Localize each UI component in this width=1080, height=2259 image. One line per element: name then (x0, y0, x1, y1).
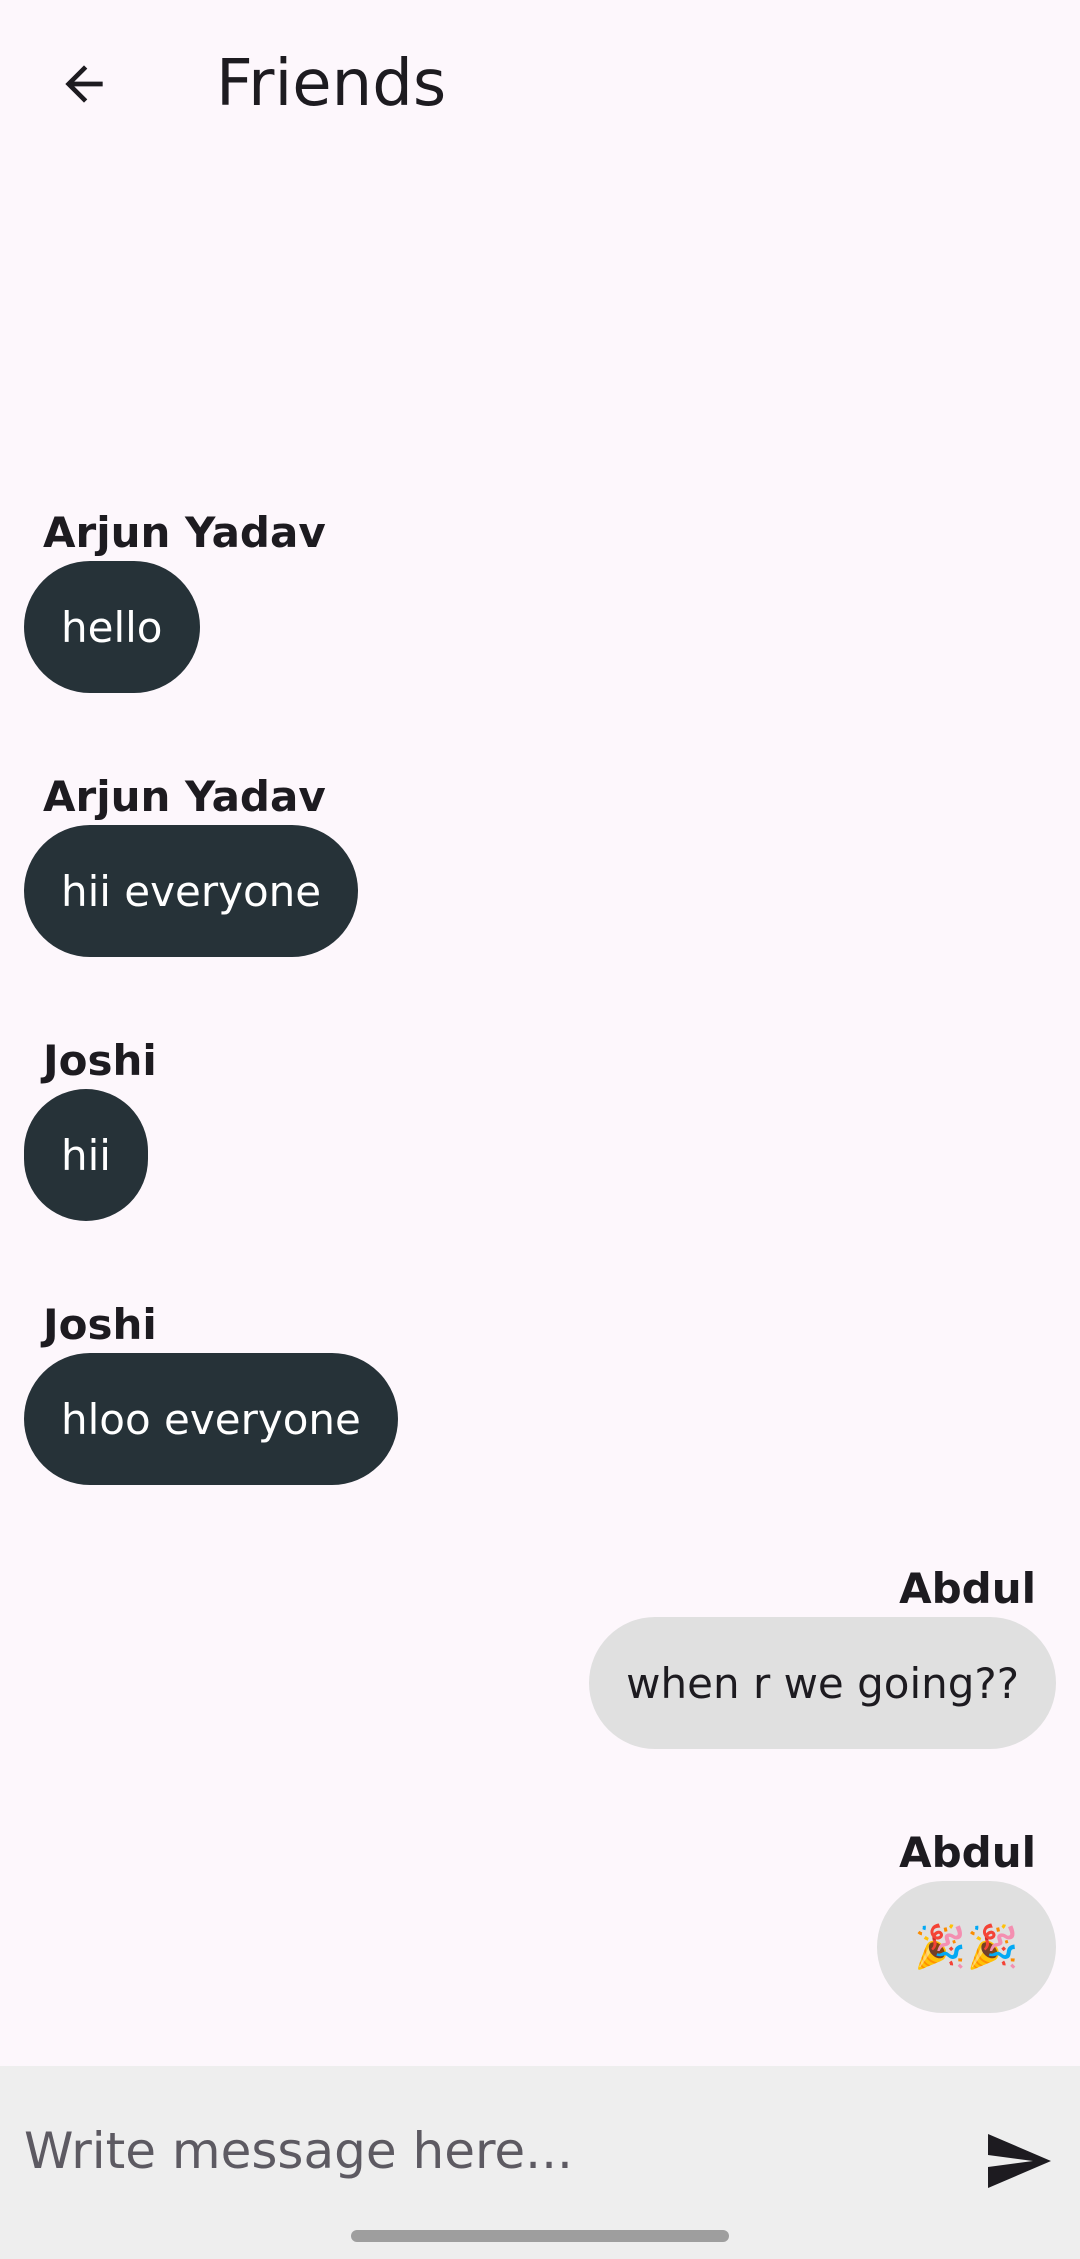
message-bubble[interactable]: hii (24, 1089, 148, 1221)
message-bubble[interactable]: hloo everyone (24, 1353, 398, 1485)
message-sender: Abdul (899, 1828, 1036, 1877)
message-bubble[interactable]: when r we going?? (589, 1617, 1056, 1749)
message-sender: Joshi (43, 1300, 157, 1349)
chat-screen: Arjun Yadav hello Arjun Yadav hii everyo… (0, 0, 1080, 2259)
message-input[interactable] (24, 2106, 924, 2196)
page-title: Friends (216, 47, 447, 121)
message-sender: Arjun Yadav (43, 772, 326, 821)
message-list[interactable]: Arjun Yadav hello Arjun Yadav hii everyo… (0, 0, 1080, 2066)
message-sender: Arjun Yadav (43, 508, 326, 557)
back-button[interactable] (44, 44, 124, 124)
app-bar: Friends (0, 0, 1080, 168)
home-indicator[interactable] (351, 2230, 729, 2242)
send-icon (988, 2134, 1051, 2188)
message-sender: Abdul (899, 1564, 1036, 1613)
message-bubble[interactable]: hii everyone (24, 825, 359, 957)
arrow-back-icon (65, 65, 103, 103)
message-bubble[interactable]: 🎉🎉 (877, 1881, 1056, 2013)
message-sender: Joshi (43, 1036, 157, 1085)
message-bubble[interactable]: hello (24, 561, 200, 693)
send-button[interactable] (978, 2116, 1058, 2206)
